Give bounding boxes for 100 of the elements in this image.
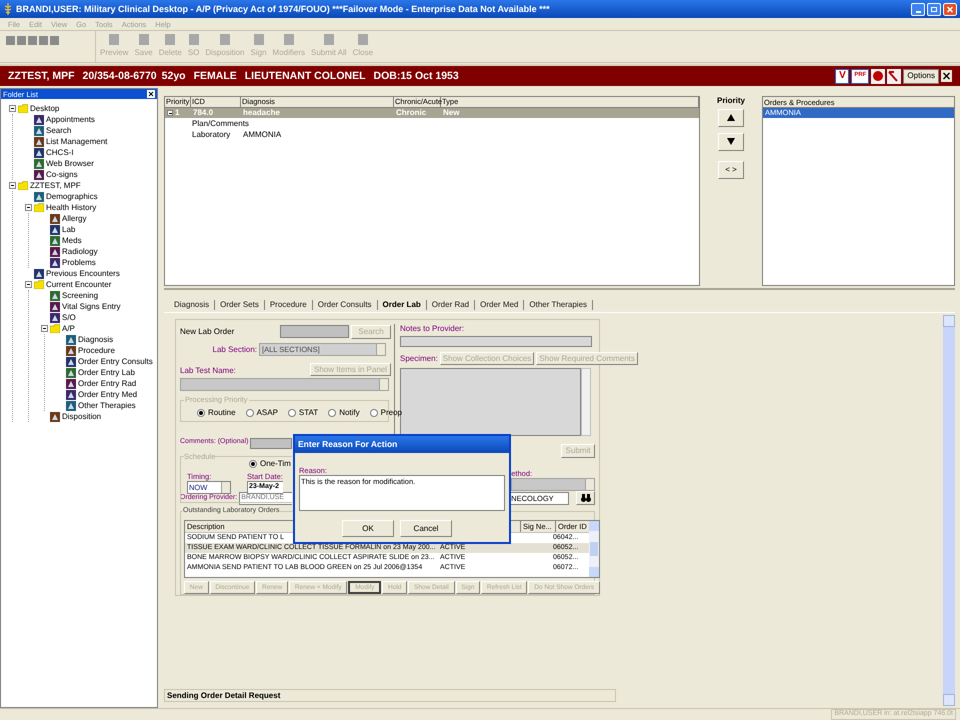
field-label: Notes to Provider:	[400, 324, 466, 334]
tree-item[interactable]: List Management	[46, 136, 108, 146]
thumbnail-icon	[34, 192, 44, 202]
radio-button[interactable]	[197, 409, 205, 418]
radio-label: Routine	[208, 408, 236, 418]
options-button[interactable]: Options	[903, 68, 939, 84]
thumbnail-icon	[50, 246, 60, 256]
tab[interactable]: Diagnosis	[169, 300, 216, 310]
tree-item[interactable]: Problems	[62, 258, 96, 268]
up-triangle-icon	[727, 114, 735, 122]
collapse-toggle[interactable]	[167, 110, 173, 116]
tree-item[interactable]: Desktop	[30, 104, 60, 114]
binoculars-icon	[580, 494, 590, 502]
tree-item[interactable]: Search	[46, 126, 72, 136]
radio-button[interactable]	[288, 409, 296, 418]
radio-button[interactable]	[246, 409, 254, 418]
collapse-toggle[interactable]	[25, 204, 32, 211]
status-message: Sending Order Detail Request	[164, 689, 616, 702]
tree-item[interactable]: Order Entry Consults	[78, 356, 153, 366]
scrollbar[interactable]	[589, 521, 599, 577]
tree-item[interactable]: CHCS-I	[46, 148, 74, 158]
tree-item[interactable]: ZZTEST, MPF	[30, 180, 81, 190]
tree-item[interactable]: Radiology	[62, 246, 98, 256]
tree-item[interactable]: Web Browser	[46, 158, 94, 168]
restore-button[interactable]	[927, 2, 941, 16]
tab[interactable]: Order Med	[475, 300, 524, 310]
patient-dob: DOB:15 Oct 1953	[374, 70, 459, 82]
minimize-button[interactable]	[911, 2, 925, 16]
tree-item[interactable]: Appointments	[46, 114, 95, 124]
dialog-title: Enter Reason For Action	[295, 436, 509, 453]
thumbnail-icon	[66, 390, 76, 400]
scrollbar[interactable]	[943, 315, 955, 706]
table-cell-text: Plan/Comments	[192, 118, 250, 128]
tree-item[interactable]: Health History	[46, 202, 96, 212]
radio-button[interactable]	[370, 409, 378, 418]
tree-item[interactable]: Order Entry Rad	[78, 378, 136, 388]
radio-label: One-Tim	[260, 459, 291, 469]
find-button[interactable]	[576, 491, 595, 506]
notes-field[interactable]	[400, 336, 592, 347]
alert-badge[interactable]: V	[835, 68, 850, 84]
tree-item[interactable]: Disposition	[62, 412, 102, 422]
close-icon[interactable]	[147, 90, 155, 98]
folder-icon	[34, 203, 44, 212]
tree-item[interactable]: Previous Encounters	[46, 268, 120, 278]
tree-item[interactable]: Screening	[62, 290, 98, 300]
down-triangle-icon	[727, 138, 735, 146]
thumbnail-icon	[66, 368, 76, 378]
tree-item[interactable]: Vital Signs Entry	[62, 302, 121, 312]
thumbnail-icon	[50, 290, 60, 300]
form-title: New Lab Order	[180, 326, 236, 336]
comments-field[interactable]	[250, 438, 292, 449]
specimen-field[interactable]	[400, 368, 581, 436]
search-field[interactable]	[280, 325, 350, 338]
tree-item[interactable]: Procedure	[78, 346, 115, 356]
tree-item[interactable]: Order Entry Med	[78, 390, 138, 400]
radio-button[interactable]	[328, 409, 336, 418]
move-down-button[interactable]	[718, 132, 744, 151]
collapse-toggle[interactable]	[41, 325, 48, 332]
collapse-toggle[interactable]	[9, 182, 16, 189]
patient-id: 20/354-08-6770	[82, 70, 157, 82]
field-label: Lab Test Name:	[180, 366, 236, 376]
thumbnail-icon	[34, 136, 44, 146]
tree-item[interactable]: Order Entry Lab	[78, 368, 135, 378]
field-label: Specimen:	[400, 354, 438, 364]
move-up-button[interactable]	[718, 108, 744, 127]
dialog-button[interactable]: Cancel	[400, 520, 452, 537]
window-title: BRANDI,USER: Military Clinical Desktop - A/P (Privacy Act of 1974/FOUO) ***Failover Mode - Enterprise Data Not Available ***	[16, 4, 550, 14]
collapse-toggle[interactable]	[25, 281, 32, 288]
radio-button[interactable]	[249, 460, 257, 468]
collapse-toggle[interactable]	[9, 105, 16, 112]
tree-item[interactable]: Current Encounter	[46, 280, 112, 290]
patient-name: ZZTEST, MPF	[8, 70, 74, 82]
close-icon[interactable]	[941, 70, 952, 82]
tree-item[interactable]: Meds	[62, 236, 82, 246]
tab[interactable]: Procedure	[264, 300, 313, 310]
dialog-button[interactable]: OK	[342, 520, 394, 537]
tree-item[interactable]: Other Therapies	[78, 400, 136, 410]
thumbnail-icon	[34, 268, 44, 278]
scrollbar[interactable]	[581, 368, 591, 436]
thumbnail-icon	[50, 258, 60, 268]
tab[interactable]: Order Rad	[426, 300, 476, 310]
patient-sex: FEMALE	[194, 70, 237, 82]
thumbnail-icon	[34, 114, 44, 124]
tab[interactable]: Order Sets	[215, 300, 265, 310]
tree-item[interactable]: Diagnosis	[78, 334, 114, 344]
radio-label: ASAP	[256, 408, 278, 418]
tree-item[interactable]: A/P	[62, 324, 75, 334]
swap-button[interactable]: < >	[718, 160, 744, 179]
tree-item[interactable]: S/O	[62, 312, 76, 322]
tree-item[interactable]: Lab	[62, 224, 76, 234]
folder-icon	[18, 181, 28, 190]
tree-item[interactable]: Co-signs	[46, 170, 78, 180]
folder-icon	[50, 324, 60, 333]
thumbnail-icon	[66, 378, 76, 388]
tab[interactable]: Other Therapies	[524, 300, 594, 310]
tab[interactable]: Order Lab	[378, 300, 427, 310]
thumbnail-icon	[66, 334, 76, 344]
tree-item[interactable]: Allergy	[62, 214, 86, 224]
tab[interactable]: Order Consults	[312, 300, 378, 310]
tree-item[interactable]: Demographics	[46, 192, 98, 202]
